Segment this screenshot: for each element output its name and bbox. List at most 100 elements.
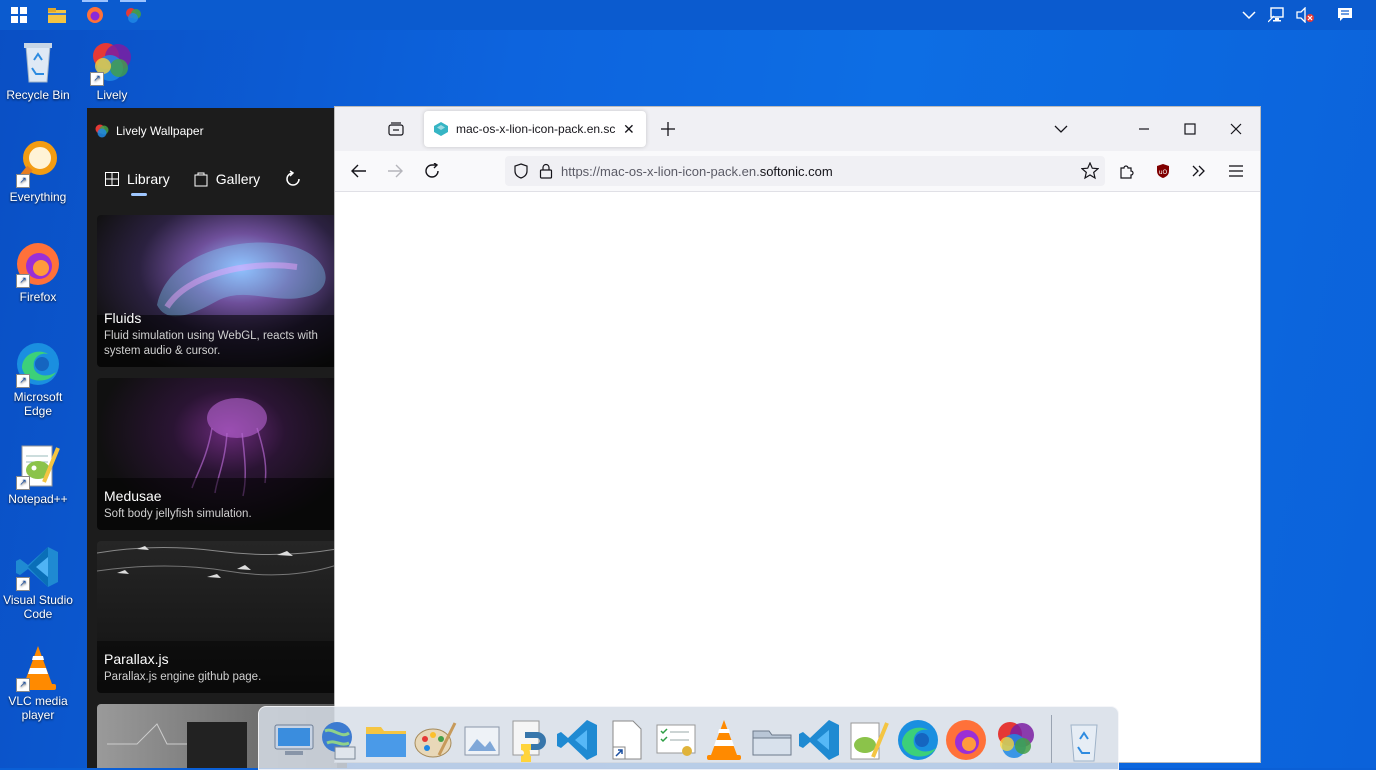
lively-navigation: Library Gallery	[105, 170, 302, 196]
dock-vlc-icon[interactable]	[701, 717, 747, 763]
card-title: Fluids	[104, 310, 142, 326]
shield-icon[interactable]	[513, 163, 529, 179]
dock-lively-icon[interactable]	[993, 717, 1039, 763]
start-button[interactable]	[0, 0, 38, 30]
desktop-icon-vlc[interactable]: ↗ VLC media player	[0, 644, 76, 722]
close-tab-icon[interactable]: ✕	[623, 121, 635, 138]
url-bar[interactable]: https://mac-os-x-lion-icon-pack.en.softo…	[505, 156, 1105, 186]
desktop-icon-label: Recycle Bin	[6, 88, 70, 102]
lively-titlebar: Lively Wallpaper	[95, 124, 204, 138]
svg-text:uO: uO	[1159, 169, 1168, 176]
notifications-icon[interactable]	[1334, 4, 1356, 26]
card-title: Medusae	[104, 488, 162, 504]
dock-vscode-icon[interactable]	[797, 717, 843, 763]
dock-document-shortcut-icon[interactable]	[603, 717, 649, 763]
card-title: Parallax.js	[104, 651, 169, 667]
taskbar-file-explorer[interactable]	[38, 0, 76, 30]
forward-button[interactable]	[381, 157, 409, 185]
dock-certificate-icon[interactable]	[653, 717, 699, 763]
dock-firefox-icon[interactable]	[943, 717, 989, 763]
firefox-view-icon	[388, 122, 404, 136]
volume-muted-icon[interactable]	[1294, 4, 1316, 26]
lively-icon: ↗	[88, 38, 136, 86]
dock-paint-palette-icon[interactable]	[411, 717, 457, 763]
desktop-icon-label: VLC media player	[8, 694, 68, 722]
shortcut-arrow-icon: ↗	[16, 374, 30, 388]
vlc-icon: ↗	[14, 644, 62, 692]
puzzle-icon	[1120, 165, 1134, 179]
maximize-button[interactable]	[1176, 115, 1204, 143]
bookmark-star-icon[interactable]	[1081, 162, 1099, 180]
taskbar-firefox[interactable]	[76, 0, 114, 30]
softonic-favicon-icon	[434, 122, 448, 136]
nav-library-label: Library	[127, 171, 170, 187]
desktop-icon-visual-studio-code[interactable]: ↗ Visual Studio Code	[0, 543, 76, 621]
desktop-icon-everything[interactable]: ↗ Everything	[0, 140, 76, 204]
dock-file-cabinet-icon[interactable]	[749, 717, 795, 763]
dock-recycle-bin-icon[interactable]	[1061, 717, 1107, 763]
lively-window: Lively Wallpaper Library Gallery Fluids …	[87, 108, 347, 768]
dock-computer-icon[interactable]	[271, 717, 317, 763]
dock-separator	[1051, 715, 1052, 763]
tab-bar: mac-os-x-lion-icon-pack.en.sc ✕	[335, 107, 1260, 151]
maximize-icon	[1184, 123, 1196, 135]
dock	[258, 706, 1119, 770]
dock-edge-icon[interactable]	[895, 717, 941, 763]
desktop-icon-firefox[interactable]: ↗ Firefox	[0, 240, 76, 304]
dock-vscode-icon[interactable]	[555, 717, 601, 763]
desktop-icon-label: Microsoft Edge	[13, 390, 63, 418]
vscode-icon: ↗	[14, 543, 62, 591]
desktop-icon-label: Visual Studio Code	[3, 593, 73, 621]
notepad-plus-plus-icon: ↗	[14, 442, 62, 490]
desktop-icon-label: Lively	[96, 88, 128, 102]
wallpaper-card[interactable]: Medusae Soft body jellyfish simulation.	[97, 378, 337, 530]
close-icon	[1230, 123, 1242, 135]
dock-network-globe-icon[interactable]	[315, 717, 361, 763]
desktop-icon-microsoft-edge[interactable]: ↗ Microsoft Edge	[0, 340, 76, 418]
back-button[interactable]	[345, 157, 373, 185]
library-icon	[105, 172, 119, 186]
dock-preview-icon[interactable]	[459, 717, 505, 763]
chevron-down-icon[interactable]	[1238, 4, 1260, 26]
nav-updates[interactable]	[284, 170, 302, 188]
minimize-button[interactable]	[1130, 115, 1158, 143]
page-content[interactable]	[335, 192, 1260, 762]
firefox-view-button[interactable]	[382, 115, 410, 143]
lock-icon[interactable]	[539, 163, 553, 179]
desktop-icon-lively[interactable]: ↗ Lively	[74, 38, 150, 102]
dock-folder-icon[interactable]	[363, 717, 409, 763]
desktop-icon-label: Notepad++	[8, 492, 68, 506]
firefox-window: mac-os-x-lion-icon-pack.en.sc ✕ https://…	[335, 107, 1260, 762]
shortcut-arrow-icon: ↗	[16, 274, 30, 288]
extensions-button[interactable]	[1113, 157, 1141, 185]
shopping-bag-icon	[194, 172, 208, 187]
recycle-bin-icon	[14, 38, 62, 86]
plus-icon	[661, 122, 675, 136]
navigation-toolbar: https://mac-os-x-lion-icon-pack.en.softo…	[335, 151, 1260, 192]
close-window-button[interactable]	[1222, 115, 1250, 143]
dock-python-icon[interactable]	[507, 717, 553, 763]
browser-tab[interactable]: mac-os-x-lion-icon-pack.en.sc ✕	[424, 111, 646, 147]
folder-icon	[48, 7, 66, 23]
card-caption: Medusae Soft body jellyfish simulation.	[104, 488, 331, 522]
wallpaper-card[interactable]: Fluids Fluid simulation using WebGL, rea…	[97, 215, 337, 367]
taskbar-lively[interactable]	[114, 0, 152, 30]
new-tab-button[interactable]	[654, 115, 682, 143]
forward-arrow-icon	[388, 164, 403, 178]
network-icon[interactable]	[1266, 4, 1288, 26]
more-tools-button[interactable]	[1185, 157, 1213, 185]
shortcut-arrow-icon: ↗	[90, 72, 104, 86]
shortcut-arrow-icon: ↗	[16, 577, 30, 591]
ublock-origin-button[interactable]: uO	[1149, 157, 1177, 185]
back-arrow-icon	[351, 164, 366, 178]
dock-notepad-plus-plus-icon[interactable]	[845, 717, 891, 763]
url-text: https://mac-os-x-lion-icon-pack.en.softo…	[561, 163, 833, 179]
reload-button[interactable]	[418, 157, 446, 185]
app-menu-button[interactable]	[1222, 157, 1250, 185]
wallpaper-card[interactable]: Parallax.js Parallax.js engine github pa…	[97, 541, 337, 693]
desktop-icon-recycle-bin[interactable]: Recycle Bin	[0, 38, 76, 102]
list-all-tabs-button[interactable]	[1047, 115, 1075, 143]
nav-gallery[interactable]: Gallery	[194, 171, 260, 187]
nav-library[interactable]: Library	[105, 171, 170, 196]
desktop-icon-notepad-plus-plus[interactable]: ↗ Notepad++	[0, 442, 76, 506]
